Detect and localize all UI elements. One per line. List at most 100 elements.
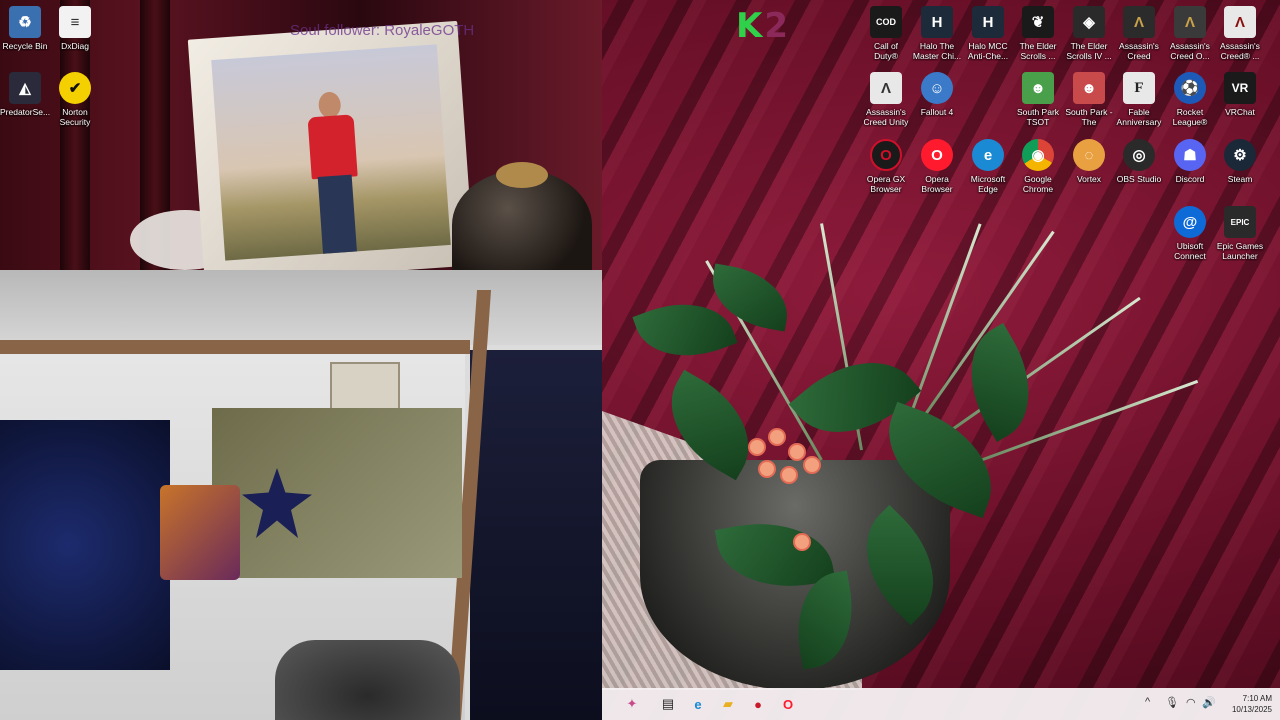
desktop-icon-halo-mcc[interactable]: H Halo The Master Chi... (912, 6, 962, 61)
taskbar-edge[interactable]: e (688, 694, 708, 714)
desktop-icon-fallout-4[interactable]: ☺ Fallout 4 (912, 72, 962, 117)
desktop-icon-elder-scrolls-online[interactable]: ❦ The Elder Scrolls ... (1013, 6, 1063, 61)
desktop-icon-label: Opera Browser (921, 174, 953, 194)
microphone-icon[interactable]: 🎙 (1165, 696, 1179, 709)
desktop-icon-label: Assassin's Creed Mirage (1119, 41, 1159, 61)
desktop-background[interactable]: Soul follower: RoyaleGOTH K2 ♻ Recycle B… (0, 0, 1280, 720)
clock-date: 10/13/2025 (1231, 705, 1272, 714)
edge-icon: e (694, 696, 702, 712)
folder-icon: ▰ (723, 696, 733, 711)
desktop-icon-epic-games[interactable]: EPIC Epic Games Launcher (1215, 206, 1265, 261)
desktop-icon-ac-original[interactable]: Λ Assassin's Creed® ... (1215, 6, 1265, 61)
desktop-icon-edge[interactable]: e Microsoft Edge (963, 139, 1013, 194)
epic-games-icon: EPIC (1224, 206, 1256, 238)
desktop-icon-ac-odyssey[interactable]: Λ Assassin's Creed O... (1165, 6, 1215, 61)
desktop-icon-obs[interactable]: ◎ OBS Studio (1114, 139, 1164, 184)
wall-tapestry (212, 408, 462, 578)
hanging-bag (160, 485, 240, 580)
norton-check-icon: ✔ (59, 72, 91, 104)
desktop-icon-chrome[interactable]: ◉ Google Chrome (1013, 139, 1063, 194)
picture-frame (187, 20, 475, 270)
desktop-icon-ubisoft-connect[interactable]: @ Ubisoft Connect (1165, 206, 1215, 261)
desktop-icon-steam[interactable]: ⚙ Steam (1215, 139, 1265, 184)
desktop-icon-recycle-bin[interactable]: ♻ Recycle Bin (0, 6, 50, 51)
obs-icon: ◎ (1123, 139, 1155, 171)
desktop-icon-fable[interactable]: F Fable Anniversary (1114, 72, 1164, 127)
desktop-icon-ac-unity[interactable]: Λ Assassin's Creed Unity (861, 72, 911, 127)
webcam-trim (0, 340, 470, 354)
desktop-icon-norton[interactable]: ✔ Norton Security Ultra (50, 72, 100, 127)
volume-icon[interactable]: 🔊 (1202, 696, 1216, 709)
desktop-icon-label: The Elder Scrolls ... (1019, 41, 1057, 61)
urn (452, 162, 592, 270)
start-icon: ✦ (626, 696, 638, 711)
wall-plaque (330, 362, 400, 414)
discord-icon: ☗ (1174, 139, 1206, 171)
desktop-icon-discord[interactable]: ☗ Discord (1165, 139, 1215, 184)
gaming-chair (275, 640, 460, 720)
desktop-icon-dxdiag[interactable]: ≡ DxDiag (50, 6, 100, 51)
desktop-icon-label: Fallout 4 (920, 107, 954, 117)
tray-overflow-chevron-icon[interactable]: ^ (1145, 696, 1150, 708)
desktop-icon-label: Fable Anniversary (1116, 107, 1162, 127)
desktop-icon-predatorsense[interactable]: ◭ PredatorSe... (0, 72, 50, 117)
overlay-caption: Soul follower: RoyaleGOTH (290, 22, 475, 39)
wifi-icon[interactable]: ◠ (1186, 696, 1196, 709)
taskbar-clock[interactable]: 7:10 AM 10/13/2025 (1232, 693, 1272, 715)
recycle-bin-icon: ♻ (9, 6, 41, 38)
vrchat-icon: VR (1224, 72, 1256, 104)
desktop-icon-call-of-duty[interactable]: COD Call of Duty® (861, 6, 911, 61)
desktop-icon-halo-anticheat[interactable]: H Halo MCC Anti-Che... (963, 6, 1013, 61)
assassins-creed-icon: Λ (1123, 6, 1155, 38)
k2-logo: K2 (736, 6, 790, 46)
desktop-icon-vrchat[interactable]: VR VRChat (1215, 72, 1265, 117)
opera-icon: O (921, 139, 953, 171)
desktop-icon-label: Norton Security Ultra (59, 107, 91, 127)
taskbar-media-app[interactable]: ● (748, 694, 768, 714)
desktop-icon-label: PredatorSe... (0, 107, 50, 117)
desktop-icon-rocket-league[interactable]: ⚽ Rocket League® (1165, 72, 1215, 127)
k2-logo-k: K (736, 6, 765, 46)
desktop-icon-label: South Park - The Fractur... (1065, 107, 1113, 127)
steam-icon: ⚙ (1224, 139, 1256, 171)
desktop-icon-elder-scrolls-iv[interactable]: ◈ The Elder Scrolls IV ... (1064, 6, 1114, 61)
desktop-icon-label: The Elder Scrolls IV ... (1066, 41, 1112, 61)
desktop-icon-label: Recycle Bin (2, 41, 48, 51)
desktop-icon-label: Halo MCC Anti-Che... (967, 41, 1009, 61)
desktop-icon-vortex[interactable]: ◌ Vortex (1064, 139, 1114, 184)
start-button[interactable]: ✦ (622, 694, 642, 714)
desktop-icon-south-park-fbw[interactable]: ☻ South Park - The Fractur... (1064, 72, 1114, 127)
desktop-icon-label: OBS Studio (1116, 174, 1162, 184)
ubisoft-icon: @ (1174, 206, 1206, 238)
desktop-icon-opera[interactable]: O Opera Browser (912, 139, 962, 194)
south-park-icon: ☻ (1022, 72, 1054, 104)
fable-icon: F (1123, 72, 1155, 104)
desktop-icon-label: Google Chrome (1022, 174, 1054, 194)
webcam-ceiling (0, 270, 602, 345)
south-park-icon: ☻ (1073, 72, 1105, 104)
desktop-icon-opera-gx[interactable]: O Opera GX Browser (861, 139, 911, 194)
framed-photo (211, 44, 451, 261)
chrome-icon: ◉ (1022, 139, 1054, 171)
webcam-doorway (470, 350, 602, 720)
oblivion-icon: ◈ (1073, 6, 1105, 38)
opera-icon: O (782, 696, 794, 712)
taskbar-file-explorer[interactable]: ▰ (718, 694, 738, 714)
taskbar-task-view[interactable]: ▤ (658, 694, 678, 714)
halo-icon: H (921, 6, 953, 38)
edge-icon: e (972, 139, 1004, 171)
taskbar-opera[interactable]: O (778, 694, 798, 714)
desktop-icon-label: Rocket League® (1172, 107, 1208, 127)
desktop-icon-label: Vortex (1076, 174, 1102, 184)
desktop-icon-label: Assassin's Creed® ... (1220, 41, 1260, 61)
desktop-icon-label: Call of Duty® (873, 41, 899, 61)
desktop-icon-label: Discord (1175, 174, 1205, 184)
desktop-icon-label: DxDiag (61, 41, 89, 51)
desktop-icon-label: South Park TSOT (1016, 107, 1060, 127)
elder-scrolls-dragon-icon: ❦ (1022, 6, 1054, 38)
predator-icon: ◭ (9, 72, 41, 104)
desktop-icon-ac-mirage[interactable]: Λ Assassin's Creed Mirage (1114, 6, 1164, 61)
desktop-icon-south-park-tsot[interactable]: ☻ South Park TSOT (1013, 72, 1063, 127)
rocket-league-icon: ⚽ (1174, 72, 1206, 104)
assassins-creed-icon: Λ (870, 72, 902, 104)
